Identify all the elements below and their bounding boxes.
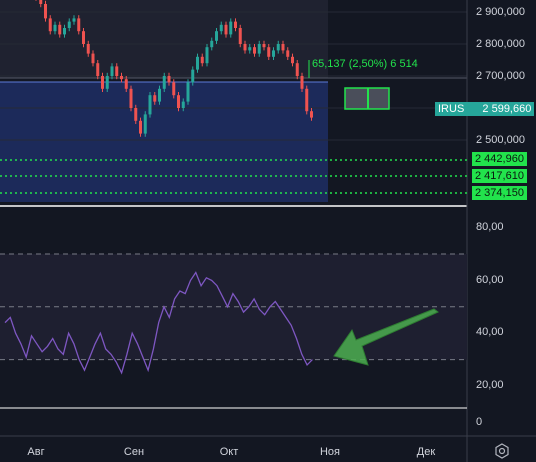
level-badge-2: 2 417,610: [472, 169, 527, 183]
candle-body: [234, 21, 237, 28]
candle-body: [48, 18, 52, 32]
gear-icon[interactable]: [494, 443, 510, 459]
candle-body: [196, 56, 199, 70]
candle-body: [229, 21, 233, 35]
candle-body: [191, 69, 195, 83]
candle-body: [86, 44, 90, 54]
candle-body: [129, 88, 133, 108]
candle-body: [158, 88, 161, 102]
candle-body: [148, 95, 152, 115]
candle-body: [167, 76, 171, 83]
candle-body: [67, 21, 71, 28]
candle-body: [219, 24, 223, 32]
candle-body: [295, 63, 299, 76]
candle-body: [124, 79, 128, 89]
candle-body: [110, 66, 114, 76]
candle-body: [153, 95, 157, 102]
candle-body: [101, 76, 104, 89]
rsi-tick-40: 40,00: [476, 326, 504, 338]
candle-body: [248, 47, 252, 51]
time-label-aug: Авг: [27, 446, 45, 458]
candle-body: [134, 108, 138, 121]
candle-body: [162, 76, 166, 89]
measure-label: 65,137 (2,50%) 6 514: [312, 58, 418, 70]
candle-body: [91, 53, 95, 64]
candle-body: [172, 82, 176, 96]
candle-body: [96, 63, 100, 76]
candle-body: [291, 56, 294, 64]
candle-body: [39, 0, 43, 4]
candle-body: [310, 111, 313, 118]
candle-body: [300, 76, 304, 89]
candle-body: [82, 31, 85, 44]
price-tick-2500: 2 500,000: [476, 134, 525, 146]
level-badge-3: 2 374,150: [472, 186, 527, 200]
price-tick-2900: 2 900,000: [476, 6, 525, 18]
candle-body: [200, 56, 204, 64]
candle-body: [267, 47, 271, 57]
price-tick-2800: 2 800,000: [476, 38, 525, 50]
candle-body: [139, 120, 142, 134]
candle-body: [276, 44, 280, 51]
candle-body: [120, 76, 123, 80]
rsi-tick-0: 0: [476, 416, 483, 428]
time-label-sep: Сен: [123, 446, 145, 458]
time-label-dec: Дек: [416, 446, 436, 458]
candle-body: [262, 44, 266, 48]
candle-body: [243, 44, 247, 51]
candle-body: [186, 82, 190, 102]
candle-body: [286, 50, 290, 57]
candle-body: [177, 95, 180, 108]
time-label-nov: Ноя: [319, 446, 341, 458]
candle-body: [105, 76, 109, 89]
time-label-oct: Окт: [219, 446, 239, 458]
candle-body: [272, 50, 275, 57]
rsi-tick-80: 80,00: [476, 221, 504, 233]
candle-body: [224, 24, 228, 35]
candle-body: [63, 28, 66, 35]
chart-canvas[interactable]: [0, 0, 536, 462]
candle-body: [143, 114, 147, 134]
rsi-tick-20: 20,00: [476, 379, 504, 391]
candle-body: [238, 28, 242, 44]
candle-body: [44, 4, 47, 19]
candle-body: [115, 66, 119, 76]
candle-body: [210, 40, 214, 48]
candle-body: [77, 18, 81, 32]
candle-body: [215, 31, 218, 41]
price-tick-2700: 2 700,000: [476, 70, 525, 82]
range-box: [0, 82, 328, 202]
candle-body: [58, 24, 62, 35]
last-price-badge: IRUS 2 599,660: [435, 102, 535, 116]
rsi-tick-60: 60,00: [476, 274, 504, 286]
level-badge-1: 2 442,960: [472, 152, 527, 166]
candle-body: [72, 18, 76, 22]
candle-body: [53, 24, 57, 32]
last-price-value: 2 599,660: [482, 103, 532, 115]
candle-body: [257, 44, 261, 54]
trading-chart: 2 900,000 2 800,000 2 700,000 2 500,000 …: [0, 0, 536, 462]
candle-body: [305, 88, 309, 112]
ticker-label: IRUS: [438, 103, 465, 115]
candle-body: [253, 47, 256, 54]
candle-body: [205, 47, 209, 64]
candle-body: [181, 101, 185, 108]
candle-body: [281, 44, 285, 51]
